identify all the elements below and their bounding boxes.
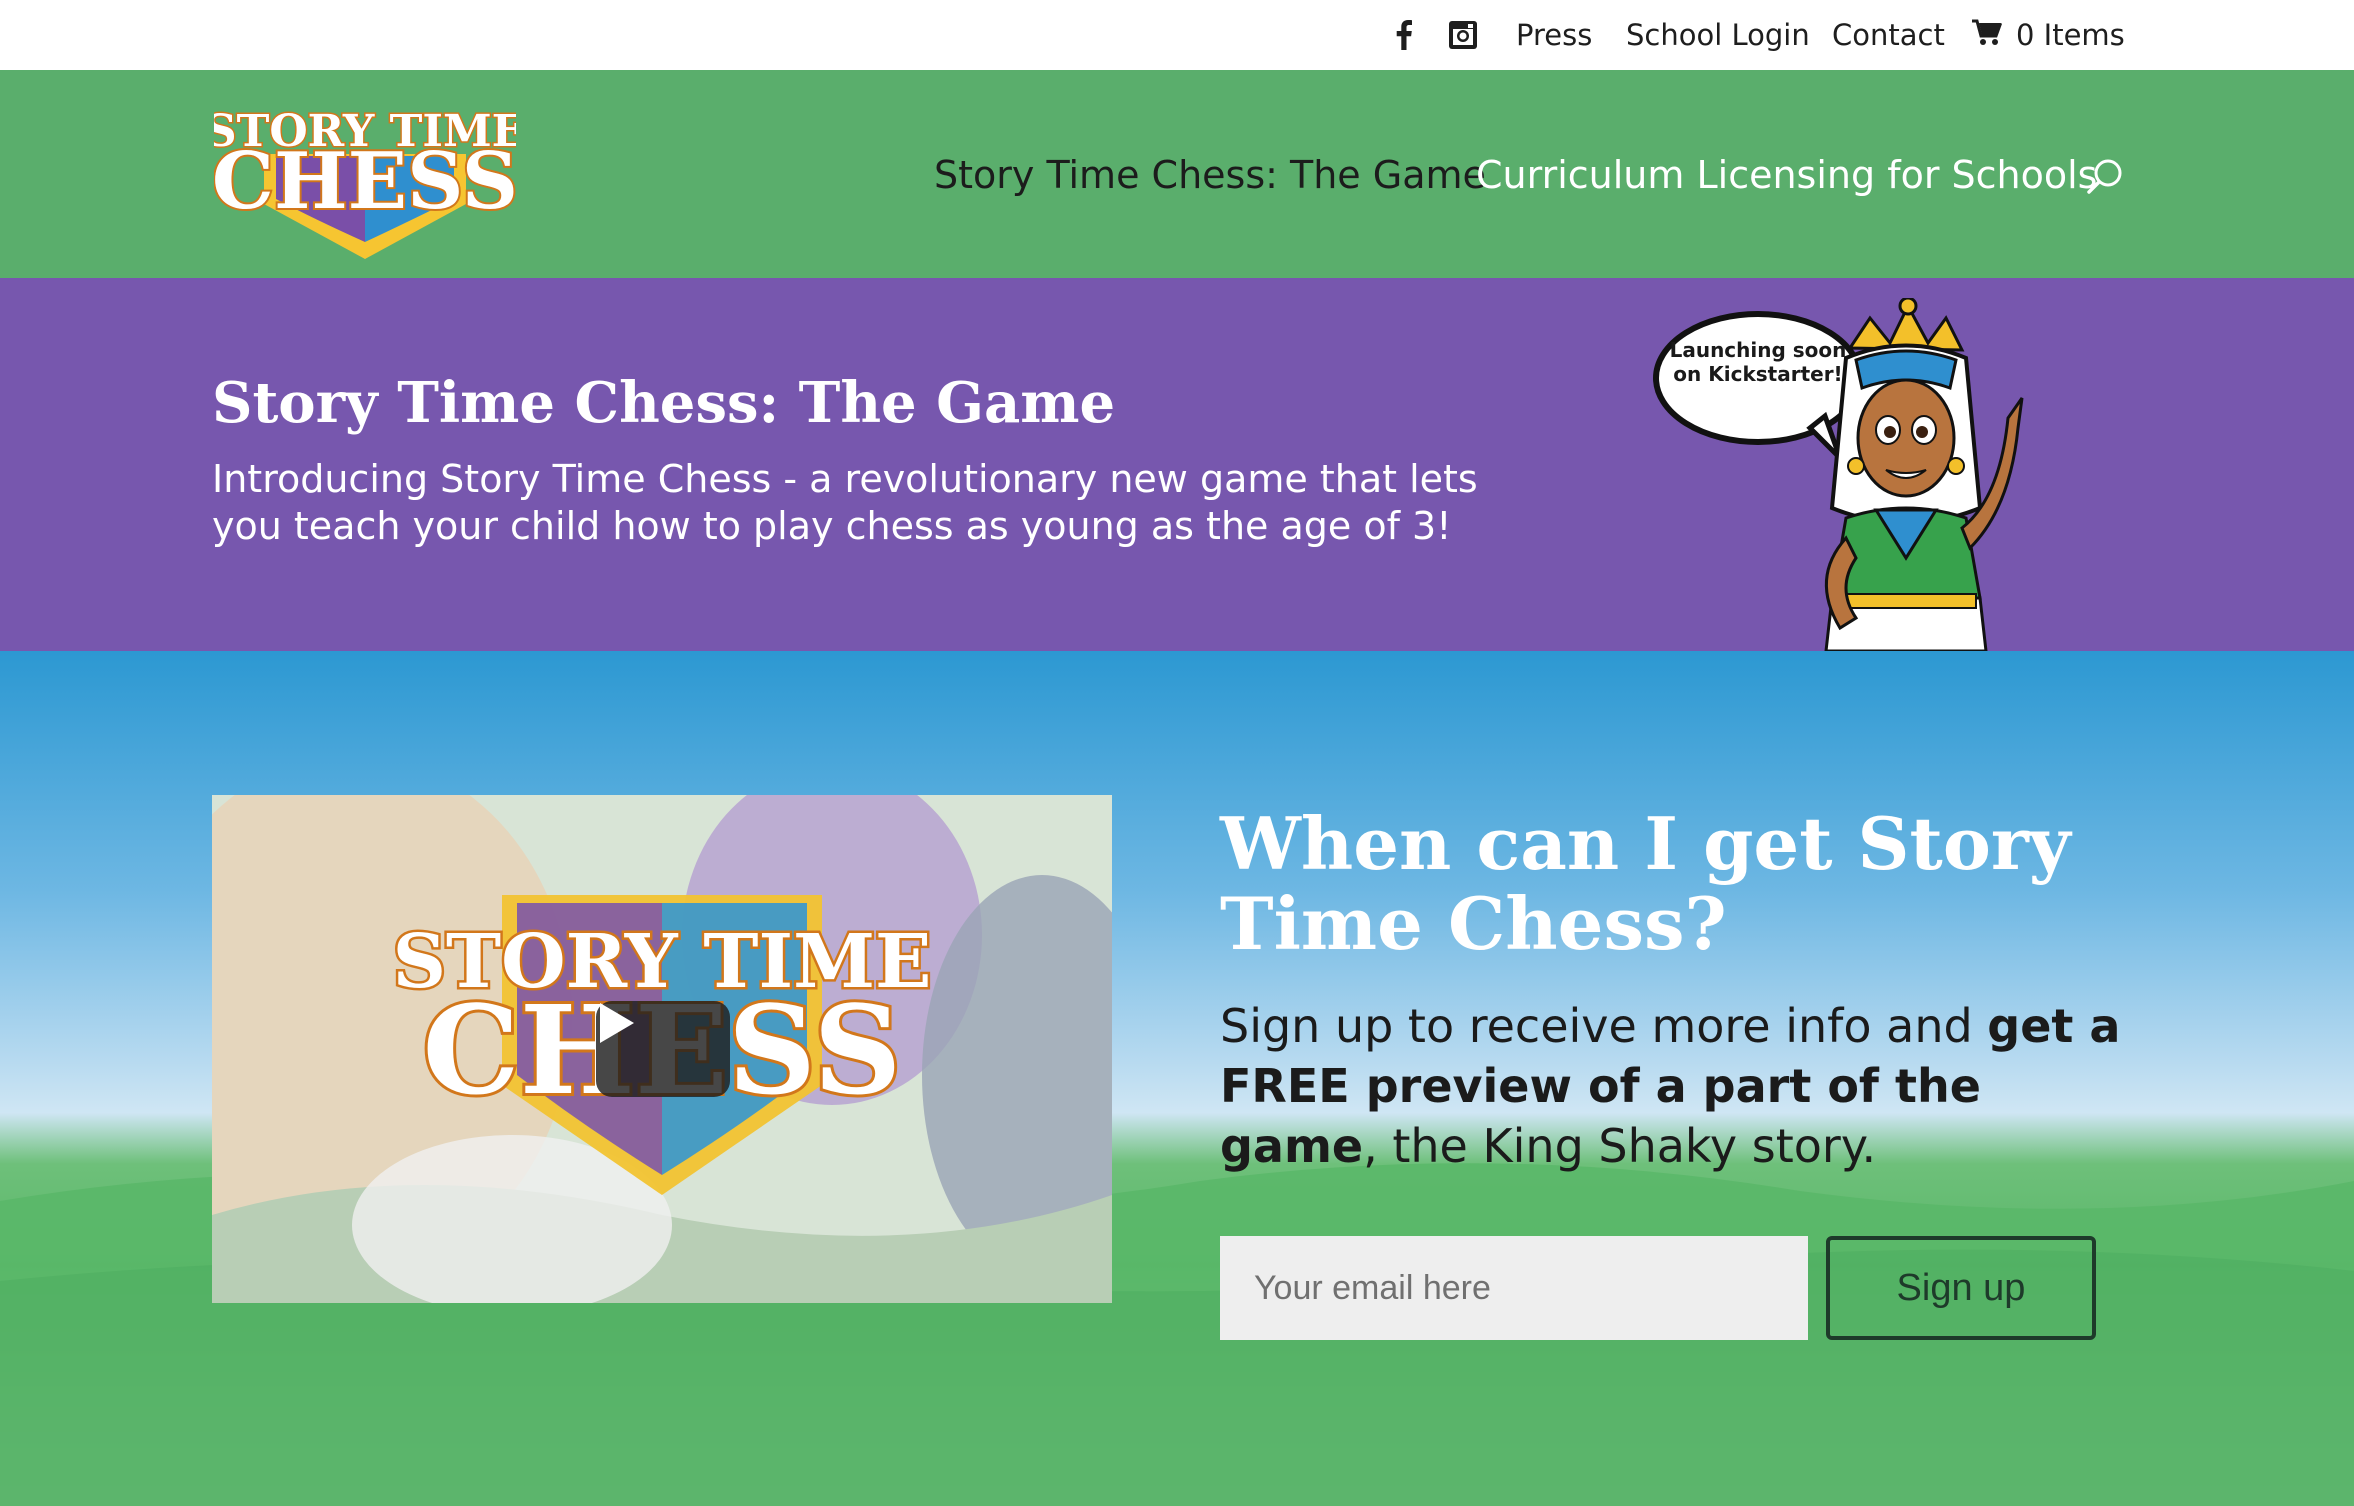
site-logo[interactable]: STORY TIME CHESS xyxy=(203,84,527,266)
cart-icon xyxy=(1972,19,2003,51)
nav-curriculum-licensing[interactable]: Curriculum Licensing for Schools xyxy=(1476,150,2097,200)
top-bar: Press School Login Contact 0 Items xyxy=(0,0,2354,70)
main-header: STORY TIME CHESS Story Time Chess: The G… xyxy=(0,70,2354,278)
school-login-link[interactable]: School Login xyxy=(1626,14,1810,56)
search-icon[interactable] xyxy=(2086,158,2124,196)
press-link[interactable]: Press xyxy=(1516,14,1592,56)
logo-line2: CHESS xyxy=(214,136,516,227)
cta-text-suffix: , the King Shaky story. xyxy=(1363,1119,1877,1173)
page-subtitle: Introducing Story Time Chess - a revolut… xyxy=(212,457,1478,548)
play-button[interactable] xyxy=(596,1001,730,1097)
contact-link[interactable]: Contact xyxy=(1832,14,1945,56)
instagram-icon[interactable] xyxy=(1446,14,1480,56)
cart[interactable]: 0 Items xyxy=(1972,14,2125,56)
cta-description: Sign up to receive more info and get a F… xyxy=(1220,996,2140,1176)
cta-text-prefix: Sign up to receive more info and xyxy=(1220,999,1988,1053)
cart-label: 0 Items xyxy=(2016,18,2125,52)
page-title: Story Time Chess: The Game xyxy=(212,370,1116,436)
cta-heading: When can I get Story Time Chess? xyxy=(1220,801,2071,966)
nav-story-time-chess-game[interactable]: Story Time Chess: The Game xyxy=(934,150,1486,200)
video-player[interactable]: STORY TIME CHESS xyxy=(212,795,1112,1303)
email-field[interactable] xyxy=(1220,1236,1808,1340)
facebook-icon[interactable] xyxy=(1390,14,1418,56)
kickstarter-bubble-text: Launching soon on Kickstarter! xyxy=(1669,338,1847,386)
signup-button[interactable]: Sign up xyxy=(1826,1236,2096,1340)
